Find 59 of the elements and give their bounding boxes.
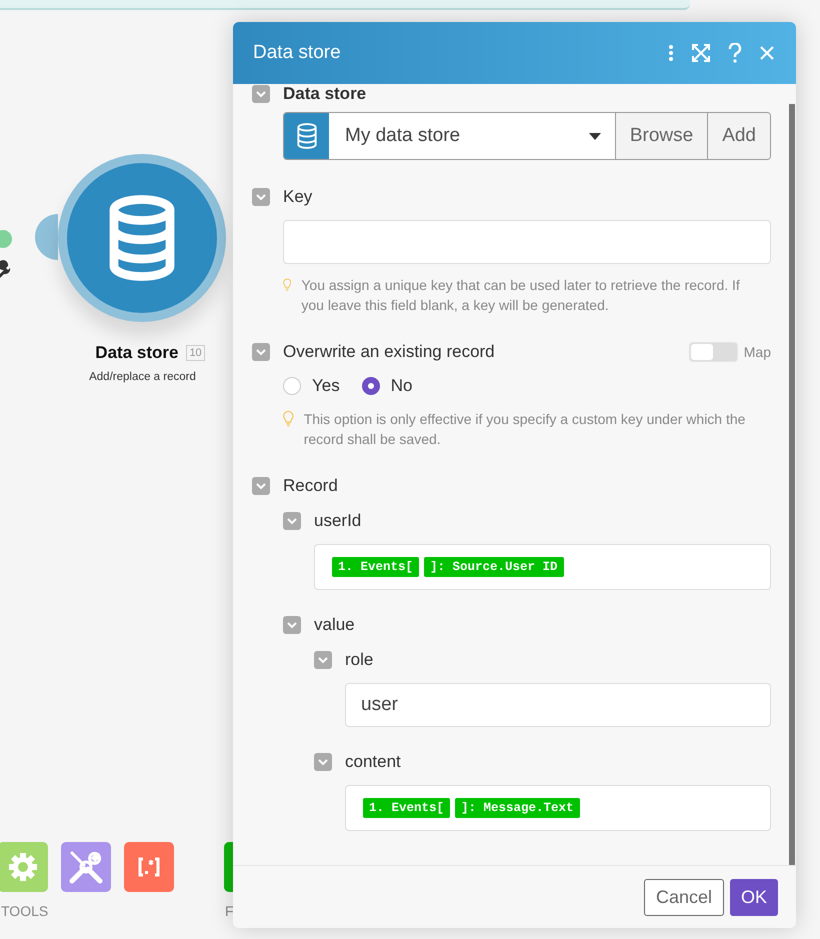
hint-text: This option is only effective if you specify a custom key under which the record shall be saved. bbox=[304, 410, 746, 449]
toolbar-button[interactable]: Add bbox=[707, 113, 770, 159]
collapse-toggle[interactable] bbox=[252, 343, 270, 361]
chevron-icon bbox=[255, 348, 267, 356]
connector-handle[interactable] bbox=[35, 214, 58, 260]
field-label: userId bbox=[314, 511, 362, 531]
data-store-module[interactable] bbox=[35, 154, 226, 322]
chevron-icon bbox=[317, 758, 329, 766]
toggle-label: Map bbox=[744, 344, 771, 360]
gear-icon bbox=[8, 852, 38, 882]
field-label: Key bbox=[283, 187, 314, 207]
ok-button[interactable]: OK bbox=[730, 878, 778, 916]
tool-tile[interactable] bbox=[124, 842, 174, 892]
chevron-icon bbox=[255, 90, 267, 98]
module-title: Data store bbox=[95, 343, 178, 363]
field-label: value bbox=[314, 615, 356, 635]
module-badge: 10 bbox=[186, 345, 205, 361]
collapse-toggle[interactable] bbox=[314, 753, 332, 771]
caret-icon bbox=[588, 132, 601, 140]
expand-icon[interactable] bbox=[692, 44, 710, 62]
regex-icon bbox=[137, 857, 161, 877]
database-icon bbox=[296, 123, 318, 149]
radio-label: Yes bbox=[312, 376, 340, 396]
field-label: Overwrite an existing record bbox=[283, 342, 496, 362]
hint-text: You assign a unique key that can be used later to retrieve the record. If you leave this field blank, a key will be generated. bbox=[301, 276, 741, 315]
collapse-toggle[interactable] bbox=[252, 188, 270, 206]
field-label: Record bbox=[283, 476, 339, 496]
tool-tile[interactable] bbox=[0, 842, 48, 892]
radio-button[interactable] bbox=[362, 377, 380, 395]
collapse-toggle[interactable] bbox=[252, 85, 270, 103]
cancel-button[interactable]: Cancel bbox=[644, 878, 724, 916]
lightbulb-icon bbox=[283, 409, 294, 429]
tool-tile[interactable] bbox=[61, 842, 111, 892]
collapse-toggle[interactable] bbox=[314, 651, 332, 669]
radio-label: No bbox=[390, 376, 412, 396]
collapse-toggle[interactable] bbox=[283, 512, 301, 530]
field-label: role bbox=[345, 650, 374, 670]
module-subtitle: Add/replace a record bbox=[88, 371, 197, 383]
collapse-toggle[interactable] bbox=[283, 616, 301, 634]
collapse-toggle[interactable] bbox=[252, 477, 270, 495]
chevron-icon bbox=[255, 193, 267, 201]
close-icon[interactable] bbox=[760, 46, 774, 60]
toolbar-button[interactable]: Browse bbox=[616, 113, 708, 159]
database-icon bbox=[107, 195, 177, 281]
toolbar-group-label: F bbox=[225, 903, 234, 919]
chevron-icon bbox=[255, 482, 267, 490]
chevron-icon bbox=[286, 621, 298, 629]
more-icon[interactable] bbox=[668, 44, 674, 62]
input-field[interactable] bbox=[283, 220, 771, 264]
input-field[interactable]: user bbox=[345, 683, 771, 727]
chevron-icon bbox=[317, 656, 329, 664]
data-store-select[interactable]: My data store bbox=[329, 113, 616, 159]
field-label: content bbox=[345, 752, 402, 772]
map-toggle[interactable] bbox=[688, 342, 738, 362]
field-label: Data store bbox=[283, 84, 368, 104]
help-icon[interactable] bbox=[728, 43, 742, 63]
toolbar-group-label: TOOLS bbox=[1, 903, 48, 919]
dialog-title: Data store bbox=[253, 42, 342, 64]
chevron-icon bbox=[286, 517, 298, 525]
